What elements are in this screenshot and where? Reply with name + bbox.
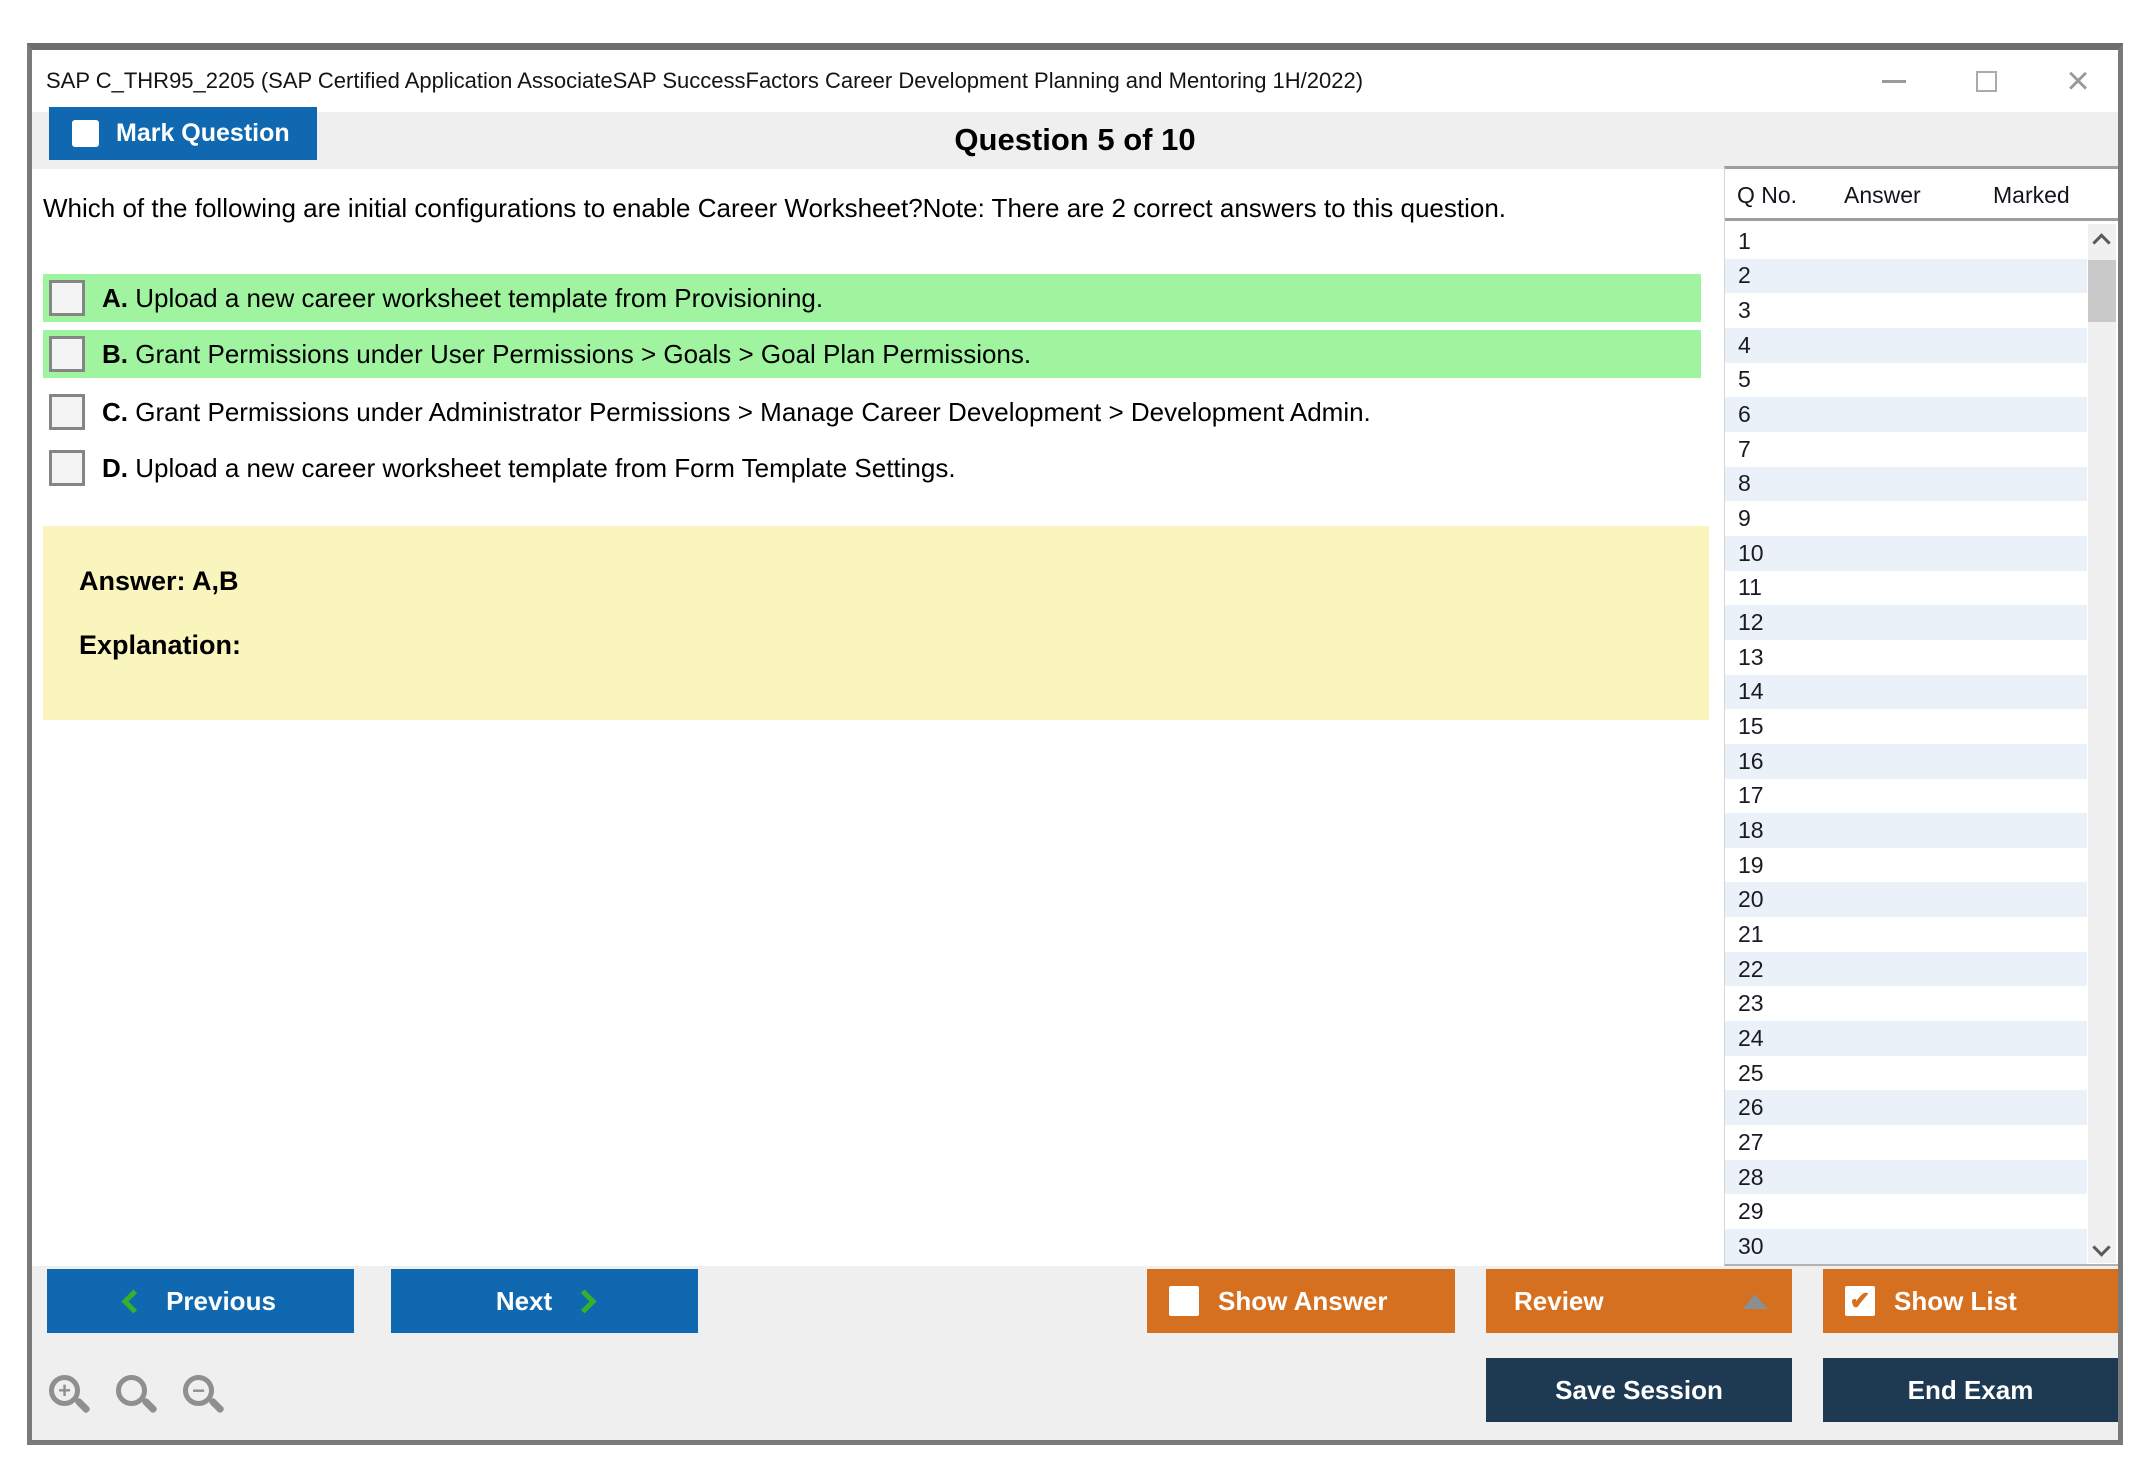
question-list-row[interactable]: 28 [1725,1159,2087,1195]
explanation-label: Explanation: [79,630,242,660]
question-list-header: Q No. Answer Marked [1725,169,2118,221]
question-list-row[interactable]: 26 [1725,1090,2087,1126]
question-panel: Which of the following are initial confi… [32,169,1724,1266]
minimize-icon [1882,79,1906,83]
show-answer-checkbox[interactable] [1169,1286,1199,1316]
zoom-reset-icon[interactable] [116,1375,158,1421]
zoom-in-icon[interactable]: + [49,1375,91,1421]
question-list-row[interactable]: 21 [1725,917,2087,952]
title-bar: SAP C_THR95_2205 (SAP Certified Applicat… [32,50,2118,112]
option-checkbox[interactable] [49,280,85,316]
show-list-button[interactable]: ✔ Show List [1823,1269,2118,1333]
question-list-row[interactable]: 14 [1725,674,2087,710]
zoom-out-icon[interactable]: − [183,1375,225,1421]
question-list-row[interactable]: 3 [1725,293,2087,328]
maximize-button[interactable] [1968,61,2004,101]
answer-option-row[interactable]: D. Upload a new career worksheet templat… [43,444,1701,492]
question-list-row[interactable]: 20 [1725,882,2087,918]
question-list-row[interactable]: 29 [1725,1194,2087,1229]
show-answer-button[interactable]: Show Answer [1147,1269,1455,1333]
show-list-checkbox[interactable]: ✔ [1845,1286,1875,1316]
review-button[interactable]: Review [1486,1269,1792,1333]
answer-option-row[interactable]: A. Upload a new career worksheet templat… [43,274,1701,322]
app-window: SAP C_THR95_2205 (SAP Certified Applicat… [27,43,2123,1445]
question-list-row[interactable]: 12 [1725,605,2087,640]
question-list-row[interactable]: 13 [1725,640,2087,675]
question-list-row[interactable]: 24 [1725,1021,2087,1056]
option-label: B. Grant Permissions under User Permissi… [102,338,1032,369]
question-list-row[interactable]: 18 [1725,813,2087,848]
question-list-body: 1 2 3 4 5 6 7 8 9 10 11 12 13 14 15 16 17 18 19 20 21 22 23 24 2… [1725,224,2087,1264]
question-list-row[interactable]: 19 [1725,848,2087,883]
review-label: Review [1514,1285,1604,1316]
column-header-answer: Answer [1844,182,1921,208]
answer-label: Answer: A,B [79,566,239,596]
scroll-up-icon[interactable] [2092,233,2111,252]
next-button[interactable]: Next [391,1269,698,1333]
answer-option-row[interactable]: B. Grant Permissions under User Permissi… [43,330,1701,378]
zoom-toolbar: + − [49,1375,225,1421]
save-session-button[interactable]: Save Session [1486,1358,1792,1422]
end-exam-label: End Exam [1907,1374,2034,1405]
save-session-label: Save Session [1555,1374,1723,1405]
scroll-down-icon[interactable] [2092,1238,2111,1257]
maximize-icon [1975,70,1997,92]
check-icon: ✔ [1849,1286,1871,1315]
show-list-label: Show List [1894,1285,2017,1316]
column-header-marked: Marked [1993,182,2070,208]
option-label: C. Grant Permissions under Administrator… [102,396,1371,427]
question-list-row[interactable]: 9 [1725,501,2087,536]
chevron-right-icon [572,1288,597,1314]
next-label: Next [495,1285,553,1316]
question-list-row[interactable]: 30 [1725,1229,2087,1264]
answer-explanation-box: Answer: A,B Explanation: [43,526,1709,720]
question-list-row[interactable]: 4 [1725,327,2087,363]
question-list-row[interactable]: 8 [1725,466,2087,502]
question-list-row[interactable]: 6 [1725,397,2087,432]
previous-button[interactable]: Previous [47,1269,354,1333]
caret-up-icon [1742,1293,1768,1309]
question-list-row[interactable]: 16 [1725,743,2087,779]
question-text: Which of the following are initial confi… [43,193,1507,223]
minimize-button[interactable] [1876,61,1912,101]
window-title: SAP C_THR95_2205 (SAP Certified Applicat… [46,68,1364,93]
show-answer-label: Show Answer [1218,1285,1388,1316]
previous-label: Previous [166,1285,276,1316]
chevron-left-icon [121,1288,146,1314]
option-label: A. Upload a new career worksheet templat… [102,282,824,313]
close-button[interactable]: × [2060,61,2096,101]
question-counter: Question 5 of 10 [954,122,1196,157]
option-checkbox[interactable] [49,394,85,430]
question-list-row[interactable]: 27 [1725,1125,2087,1160]
option-checkbox[interactable] [49,336,85,372]
question-list-row[interactable]: 11 [1725,571,2087,606]
end-exam-button[interactable]: End Exam [1823,1358,2118,1422]
window-controls: × [1876,50,2096,112]
question-list-row[interactable]: 25 [1725,1056,2087,1091]
question-list-scrollbar[interactable] [2088,224,2116,1263]
question-list-row[interactable]: 1 [1725,224,2087,259]
question-list-row[interactable]: 7 [1725,432,2087,467]
question-list-row[interactable]: 15 [1725,709,2087,744]
close-icon: × [2066,59,2090,103]
question-list-row[interactable]: 23 [1725,986,2087,1021]
answer-option-row[interactable]: C. Grant Permissions under Administrator… [43,388,1701,436]
scrollbar-thumb[interactable] [2088,260,2116,322]
question-list-row[interactable]: 10 [1725,535,2087,571]
question-list-row[interactable]: 2 [1725,258,2087,294]
question-list-row[interactable]: 5 [1725,363,2087,398]
option-checkbox[interactable] [49,450,85,486]
question-list-row[interactable]: 22 [1725,951,2087,987]
question-list-panel: Q No. Answer Marked 1 2 3 4 5 6 7 8 9 10 11 12 13 14 1… [1724,166,2118,1266]
column-header-qno: Q No. [1737,182,1798,208]
option-label: D. Upload a new career worksheet templat… [102,452,956,483]
question-list-row[interactable]: 17 [1725,779,2087,814]
